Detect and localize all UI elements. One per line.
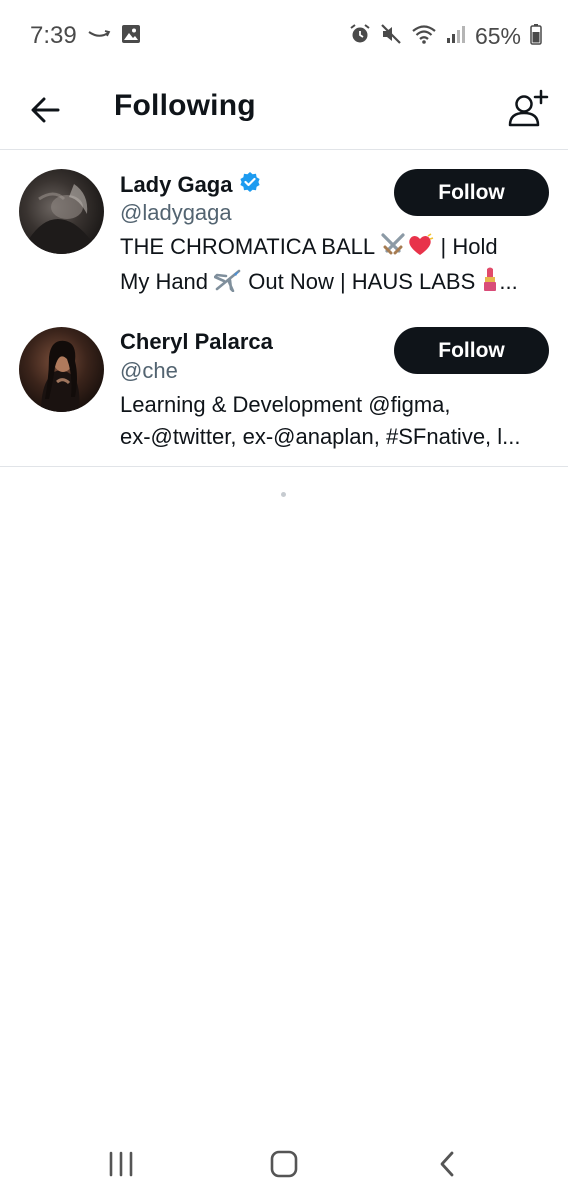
- bio-text: THE CHROMATICA BALL: [120, 234, 381, 259]
- user-name[interactable]: Lady Gaga: [120, 172, 232, 198]
- status-right: 65%: [349, 23, 542, 50]
- gallery-icon: [121, 24, 141, 49]
- list-item-lady-gaga[interactable]: Lady Gaga @ladygaga THE CHROMATICA BALL …: [0, 151, 568, 309]
- user-name[interactable]: Cheryl Palarca: [120, 329, 273, 355]
- follow-button[interactable]: Follow: [394, 327, 549, 374]
- heart-emoji-icon: [406, 233, 434, 266]
- amazon-smile-icon: [87, 27, 111, 46]
- airplane-emoji-icon: [213, 268, 242, 301]
- battery-percent: 65%: [474, 22, 521, 49]
- alarm-icon: [349, 23, 371, 50]
- signal-icon: [446, 24, 466, 49]
- user-bio: THE CHROMATICA BALL | Hold My Hand Out N…: [120, 231, 550, 301]
- status-left: 7:39: [30, 22, 141, 50]
- bio-line-1: Learning & Development @figma,: [120, 392, 451, 417]
- recent-apps-icon: [110, 1151, 133, 1177]
- back-icon: [440, 1151, 454, 1177]
- bio-text: Out Now | HAUS LABS: [242, 269, 482, 294]
- add-user-button[interactable]: [504, 85, 552, 133]
- bio-text: My Hand: [120, 269, 215, 294]
- verified-badge-icon: [239, 171, 261, 198]
- back-button[interactable]: [22, 87, 68, 133]
- loading-indicator: [281, 492, 286, 497]
- bio-line-2: ex-@twitter, ex-@anaplan, #SFnative, l..…: [120, 424, 521, 449]
- list-item-cheryl-palarca[interactable]: Cheryl Palarca @che Learning & Developme…: [0, 309, 568, 466]
- bio-line-1: THE CHROMATICA BALL | Hold: [120, 231, 550, 266]
- avatar-lady-gaga[interactable]: [19, 169, 104, 254]
- nav-back-button[interactable]: [412, 1134, 482, 1194]
- bio-text: ...: [499, 269, 518, 294]
- recent-apps-button[interactable]: [86, 1134, 156, 1194]
- screen: 7:39 65% Following Lady Gaga @ladygaga T…: [0, 0, 568, 1200]
- bio-line-2: My Hand Out Now | HAUS LABS ...: [120, 266, 550, 301]
- follow-button[interactable]: Follow: [394, 169, 549, 216]
- user-handle: @ladygaga: [120, 200, 232, 225]
- user-name-line: Lady Gaga: [120, 171, 261, 198]
- battery-icon: [530, 23, 542, 50]
- user-handle: @che: [120, 358, 178, 383]
- page-title: Following: [114, 89, 256, 122]
- mute-icon: [380, 23, 402, 50]
- wifi-icon: [411, 23, 437, 50]
- arrow-left-icon: [31, 97, 60, 123]
- crossed-swords-emoji-icon: [380, 233, 406, 266]
- avatar-cheryl-palarca[interactable]: [19, 327, 104, 412]
- user-name-line: Cheryl Palarca: [120, 329, 273, 355]
- lipstick-emoji-icon: [481, 266, 499, 301]
- status-bar: 7:39 65%: [0, 0, 568, 72]
- add-user-icon: [508, 89, 549, 127]
- app-header: Following: [0, 72, 568, 150]
- bio-text: | Hold: [434, 234, 498, 259]
- status-time: 7:39: [30, 22, 77, 49]
- user-bio: Learning & Development @figma, ex-@twitt…: [120, 389, 550, 453]
- home-icon: [270, 1150, 298, 1178]
- home-button[interactable]: [249, 1134, 319, 1194]
- following-list: Lady Gaga @ladygaga THE CHROMATICA BALL …: [0, 151, 568, 467]
- system-nav-bar: [0, 1128, 568, 1200]
